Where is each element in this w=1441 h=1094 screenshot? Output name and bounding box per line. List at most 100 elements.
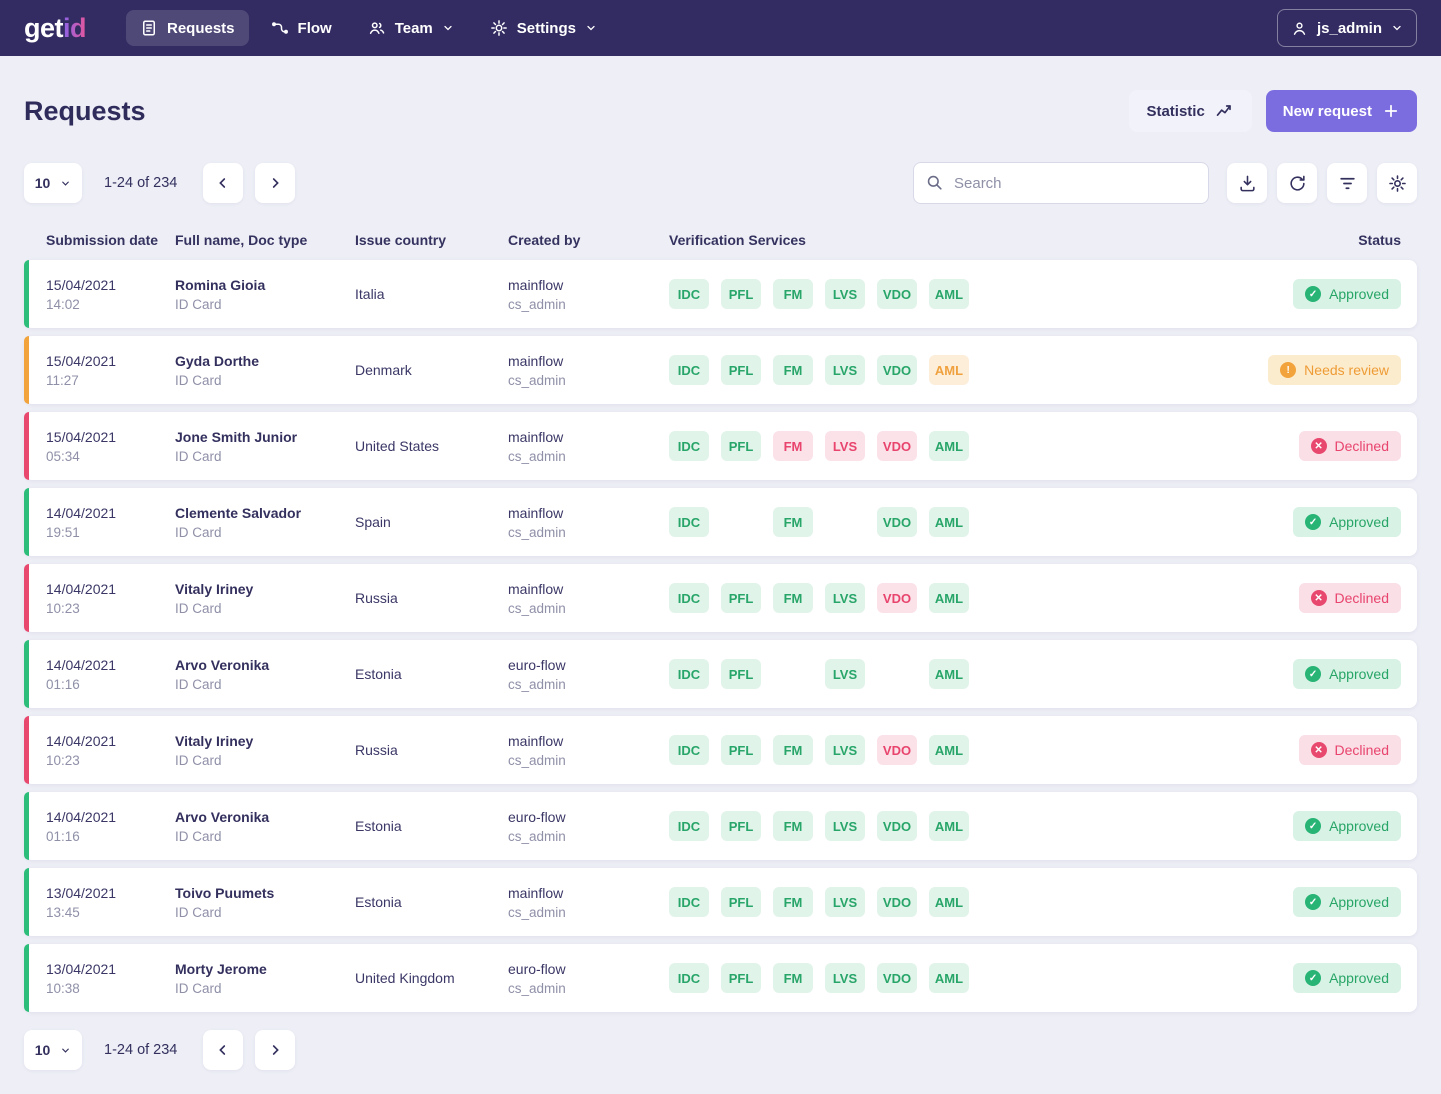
service-chip-aml: AML: [929, 507, 969, 537]
nav-item-settings[interactable]: Settings: [476, 10, 611, 46]
status-edge: [24, 792, 29, 860]
filter-button[interactable]: [1327, 163, 1367, 203]
created-by-user: cs_admin: [508, 449, 669, 464]
page-size-select[interactable]: 10: [24, 163, 82, 203]
created-by-flow: euro-flow: [508, 809, 669, 825]
user-menu-button[interactable]: js_admin: [1277, 9, 1417, 47]
full-name: Clemente Salvador: [175, 505, 355, 521]
prev-page-button[interactable]: [203, 1030, 243, 1070]
service-chip-empty: [825, 507, 865, 537]
created-by-user: cs_admin: [508, 905, 669, 920]
refresh-icon: [1288, 174, 1307, 193]
table-row[interactable]: 15/04/2021 11:27 Gyda Dorthe ID Card Den…: [24, 336, 1417, 404]
submission-date: 13/04/2021: [46, 961, 175, 977]
service-chip-vdo: VDO: [877, 811, 917, 841]
chevron-down-icon: [442, 22, 454, 34]
verification-services: IDCFMVDOAML: [669, 507, 1293, 537]
col-status: Status: [1358, 232, 1401, 248]
search-input[interactable]: [913, 162, 1209, 204]
created-by-flow: euro-flow: [508, 961, 669, 977]
chevron-down-icon: [1391, 22, 1403, 34]
next-page-button[interactable]: [255, 1030, 295, 1070]
table-row[interactable]: 13/04/2021 13:45 Toivo Puumets ID Card E…: [24, 868, 1417, 936]
statistic-label: Statistic: [1146, 103, 1204, 120]
table-row[interactable]: 14/04/2021 10:23 Vitaly Iriney ID Card R…: [24, 564, 1417, 632]
created-by-user: cs_admin: [508, 601, 669, 616]
next-page-button[interactable]: [255, 163, 295, 203]
service-chip-vdo: VDO: [877, 963, 917, 993]
created-by-flow: mainflow: [508, 733, 669, 749]
table-row[interactable]: 15/04/2021 05:34 Jone Smith Junior ID Ca…: [24, 412, 1417, 480]
doc-type: ID Card: [175, 905, 355, 920]
page-size-value: 10: [35, 175, 51, 191]
service-chip-idc: IDC: [669, 355, 709, 385]
service-chip-idc: IDC: [669, 659, 709, 689]
statistic-button[interactable]: Statistic: [1129, 90, 1251, 132]
service-chip-aml: AML: [929, 887, 969, 917]
nav-item-label: Requests: [167, 20, 235, 37]
main-nav: Requests Flow Team: [126, 10, 611, 46]
service-chip-idc: IDC: [669, 963, 709, 993]
brand-logo[interactable]: getid: [24, 13, 86, 44]
full-name: Jone Smith Junior: [175, 429, 355, 445]
service-chip-aml: AML: [929, 431, 969, 461]
service-chip-lvs: LVS: [825, 811, 865, 841]
export-button[interactable]: [1227, 163, 1267, 203]
table-row[interactable]: 14/04/2021 10:23 Vitaly Iriney ID Card R…: [24, 716, 1417, 784]
table-row[interactable]: 14/04/2021 01:16 Arvo Veronika ID Card E…: [24, 640, 1417, 708]
created-by-flow: mainflow: [508, 429, 669, 445]
submission-date: 15/04/2021: [46, 429, 175, 445]
status-label: Approved: [1329, 514, 1389, 530]
service-chip-idc: IDC: [669, 507, 709, 537]
service-chip-pfl: PFL: [721, 811, 761, 841]
table-row[interactable]: 14/04/2021 01:16 Arvo Veronika ID Card E…: [24, 792, 1417, 860]
issue-country: United Kingdom: [355, 970, 508, 986]
doc-type: ID Card: [175, 601, 355, 616]
service-chip-fm: FM: [773, 735, 813, 765]
status-icon: ✓: [1305, 894, 1321, 910]
status-label: Approved: [1329, 286, 1389, 302]
table-row[interactable]: 13/04/2021 10:38 Morty Jerome ID Card Un…: [24, 944, 1417, 1012]
submission-time: 01:16: [46, 677, 175, 692]
created-by-user: cs_admin: [508, 981, 669, 996]
doc-type: ID Card: [175, 297, 355, 312]
refresh-button[interactable]: [1277, 163, 1317, 203]
status-badge: ✓ Approved: [1293, 507, 1401, 537]
service-chip-pfl: PFL: [721, 659, 761, 689]
page-size-select[interactable]: 10: [24, 1030, 82, 1070]
created-by-flow: mainflow: [508, 353, 669, 369]
service-chip-fm: FM: [773, 963, 813, 993]
submission-time: 14:02: [46, 297, 175, 312]
verification-services: IDCPFLFMLVSVDOAML: [669, 735, 1299, 765]
nav-item-flow[interactable]: Flow: [257, 10, 346, 46]
full-name: Gyda Dorthe: [175, 353, 355, 369]
status-icon: ✕: [1311, 590, 1327, 606]
service-chip-lvs: LVS: [825, 659, 865, 689]
status-label: Approved: [1329, 894, 1389, 910]
verification-services: IDCPFLFMLVSVDOAML: [669, 431, 1299, 461]
service-chip-empty: [877, 659, 917, 689]
created-by-flow: mainflow: [508, 581, 669, 597]
doc-type: ID Card: [175, 525, 355, 540]
table-row[interactable]: 15/04/2021 14:02 Romina Gioia ID Card It…: [24, 260, 1417, 328]
service-chip-lvs: LVS: [825, 963, 865, 993]
service-chip-pfl: PFL: [721, 963, 761, 993]
new-request-button[interactable]: New request: [1266, 90, 1417, 132]
service-chip-aml: AML: [929, 583, 969, 613]
nav-item-requests[interactable]: Requests: [126, 10, 249, 46]
nav-item-label: Flow: [298, 20, 332, 37]
table-header: Submission date Full name, Doc type Issu…: [24, 232, 1417, 260]
service-chip-aml: AML: [929, 279, 969, 309]
issue-country: Denmark: [355, 362, 508, 378]
status-badge: ✓ Approved: [1293, 963, 1401, 993]
status-label: Approved: [1329, 970, 1389, 986]
created-by-flow: mainflow: [508, 885, 669, 901]
created-by-user: cs_admin: [508, 829, 669, 844]
service-chip-lvs: LVS: [825, 431, 865, 461]
table-row[interactable]: 14/04/2021 19:51 Clemente Salvador ID Ca…: [24, 488, 1417, 556]
status-label: Needs review: [1304, 362, 1389, 378]
issue-country: Russia: [355, 742, 508, 758]
nav-item-team[interactable]: Team: [354, 10, 468, 46]
prev-page-button[interactable]: [203, 163, 243, 203]
table-settings-button[interactable]: [1377, 163, 1417, 203]
